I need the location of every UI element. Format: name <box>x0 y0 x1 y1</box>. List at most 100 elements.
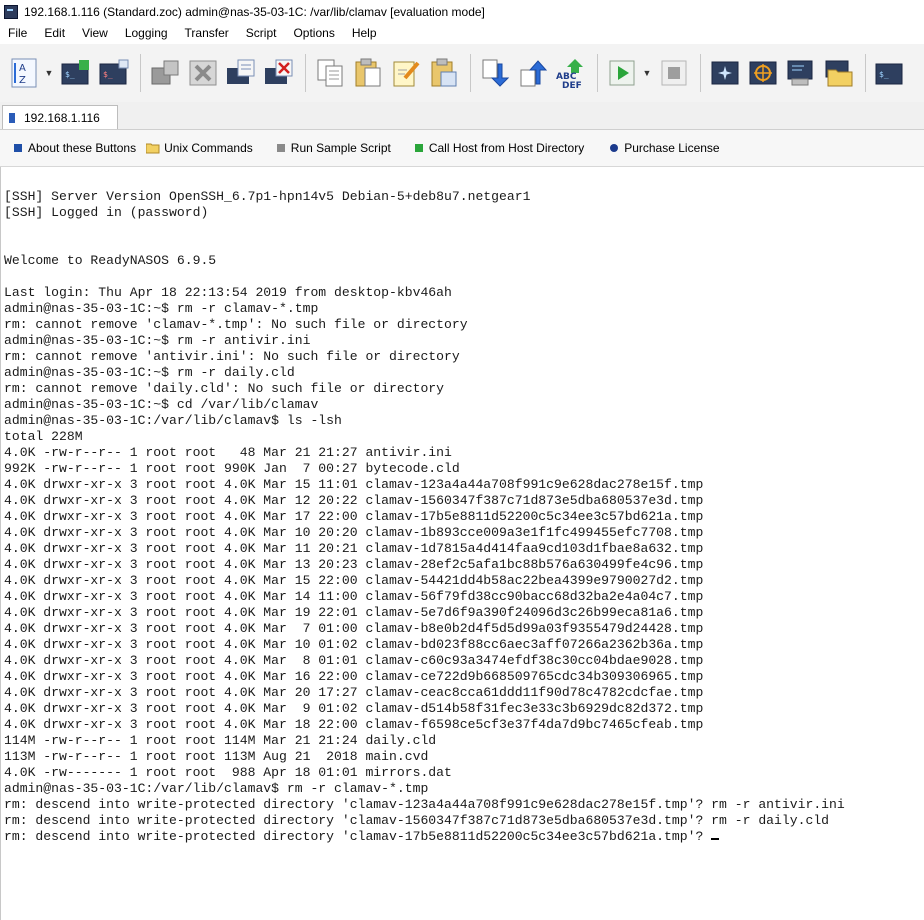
blue-square-icon <box>14 144 22 152</box>
blue-dot-icon <box>610 144 619 152</box>
session-tab-icon <box>9 112 15 123</box>
terminal-icon[interactable]: $_ <box>872 55 908 91</box>
copy-doc-icon[interactable] <box>312 55 348 91</box>
title-bar: 192.168.1.116 (Standard.zoc) admin@nas-3… <box>0 0 924 23</box>
terminal-line: admin@nas-35-03-1C:/var/lib/clamav$ ls -… <box>4 413 342 428</box>
terminal-line: rm: cannot remove 'antivir.ini': No such… <box>4 349 460 364</box>
toolbar-separator <box>305 54 306 92</box>
gray-square-icon <box>276 144 285 152</box>
terminal-line: 4.0K drwxr-xr-x 3 root root 4.0K Mar 19 … <box>4 605 704 620</box>
svg-text:$_: $_ <box>65 70 75 79</box>
cancel-icon[interactable] <box>185 55 221 91</box>
host-directory-icon[interactable] <box>783 55 819 91</box>
toolbar: AZ ▼ $_ $_ ABC DEF ▼ $_ <box>0 44 924 103</box>
terminal-line: 114M -rw-r--r-- 1 root root 114M Mar 21 … <box>4 733 437 748</box>
terminal-line: admin@nas-35-03-1C:/var/lib/clamav$ rm -… <box>4 781 429 796</box>
app-icon <box>4 4 18 19</box>
terminal-line: Last login: Thu Apr 18 22:13:54 2019 fro… <box>4 285 452 300</box>
button-label: Call Host from Host Directory <box>428 141 585 155</box>
terminal-line: 4.0K drwxr-xr-x 3 root root 4.0K Mar 9 0… <box>4 701 704 716</box>
terminal-line: 4.0K drwxr-xr-x 3 root root 4.0K Mar 18 … <box>4 717 704 732</box>
terminal-line: 4.0K -rw-r--r-- 1 root root 48 Mar 21 21… <box>4 445 452 460</box>
terminal-output: [SSH] Server Version OpenSSH_6.7p1-hpn14… <box>4 189 845 845</box>
terminal-line: 4.0K drwxr-xr-x 3 root root 4.0K Mar 8 0… <box>4 653 704 668</box>
terminal-line: 4.0K drwxr-xr-x 3 root root 4.0K Mar 12 … <box>4 493 704 508</box>
terminal-line: 4.0K drwxr-xr-x 3 root root 4.0K Mar 20 … <box>4 685 704 700</box>
menu-bar: File Edit View Logging Transfer Script O… <box>0 23 924 43</box>
menu-help[interactable]: Help <box>344 26 386 40</box>
tab-session[interactable]: 192.168.1.116 <box>2 105 118 129</box>
toolbar-separator <box>865 54 866 92</box>
play-script-icon[interactable] <box>604 55 640 91</box>
stop-script-icon[interactable] <box>656 55 692 91</box>
chevron-down-icon[interactable]: ▼ <box>642 55 652 91</box>
target-icon[interactable] <box>745 55 781 91</box>
button-label: Purchase License <box>624 141 720 155</box>
session-icon[interactable]: $_ <box>58 55 94 91</box>
terminal-area[interactable]: [SSH] Server Version OpenSSH_6.7p1-hpn14… <box>0 167 924 920</box>
sort-az-icon[interactable]: AZ <box>6 55 42 91</box>
toolbar-separator <box>470 54 471 92</box>
terminal-line: 4.0K drwxr-xr-x 3 root root 4.0K Mar 10 … <box>4 637 704 652</box>
svg-text:$_: $_ <box>103 70 113 79</box>
tab-label: 192.168.1.116 <box>24 110 100 125</box>
session-close-icon[interactable] <box>261 55 297 91</box>
terminal-cursor <box>711 838 720 840</box>
call-host-button[interactable]: Call Host from Host Directory <box>414 141 585 155</box>
menu-view[interactable]: View <box>74 26 117 40</box>
terminal-line: admin@nas-35-03-1C:~$ cd /var/lib/clamav <box>4 397 319 412</box>
terminal-line: total 228M <box>4 429 83 444</box>
terminal-line: rm: descend into write-protected directo… <box>4 797 845 812</box>
disconnect-icon[interactable] <box>147 55 183 91</box>
terminal-line: 4.0K drwxr-xr-x 3 root root 4.0K Mar 7 0… <box>4 621 704 636</box>
menu-edit[interactable]: Edit <box>36 26 74 40</box>
about-buttons-button[interactable]: About these Buttons <box>14 141 136 155</box>
folder-icon <box>146 142 160 154</box>
menu-file[interactable]: File <box>0 26 36 40</box>
menu-options[interactable]: Options <box>285 26 343 40</box>
download-icon[interactable] <box>477 55 513 91</box>
tab-bar: 192.168.1.116 <box>0 102 924 130</box>
session-edit-icon[interactable] <box>223 55 259 91</box>
clipboard-icon[interactable] <box>426 55 462 91</box>
terminal-line: [SSH] Server Version OpenSSH_6.7p1-hpn14… <box>4 189 531 204</box>
terminal-line: rm: cannot remove 'daily.cld': No such f… <box>4 381 445 396</box>
terminal-line: 4.0K drwxr-xr-x 3 root root 4.0K Mar 17 … <box>4 509 704 524</box>
session-tabs-icon[interactable]: $_ <box>96 55 132 91</box>
terminal-line: admin@nas-35-03-1C:~$ rm -r antivir.ini <box>4 333 311 348</box>
terminal-line: 4.0K -rw------- 1 root root 988 Apr 18 0… <box>4 765 452 780</box>
upload-icon[interactable] <box>515 55 551 91</box>
svg-text:Z: Z <box>19 75 26 86</box>
paste-icon[interactable] <box>350 55 386 91</box>
terminal-line: 4.0K drwxr-xr-x 3 root root 4.0K Mar 11 … <box>4 541 704 556</box>
terminal-line: [SSH] Logged in (password) <box>4 205 209 220</box>
window-title: 192.168.1.116 (Standard.zoc) admin@nas-3… <box>24 4 485 19</box>
terminal-line: 4.0K drwxr-xr-x 3 root root 4.0K Mar 10 … <box>4 525 704 540</box>
abc-def-icon[interactable]: ABC DEF <box>553 55 589 91</box>
terminal-line: admin@nas-35-03-1C:~$ rm -r daily.cld <box>4 365 295 380</box>
user-button-bar: About these Buttons Unix Commands Run Sa… <box>0 130 924 167</box>
green-square-icon <box>414 144 423 152</box>
chevron-down-icon[interactable]: ▼ <box>44 55 54 91</box>
terminal-line: 4.0K drwxr-xr-x 3 root root 4.0K Mar 16 … <box>4 669 704 684</box>
run-sample-script-button[interactable]: Run Sample Script <box>276 141 391 155</box>
compass-icon[interactable] <box>707 55 743 91</box>
menu-logging[interactable]: Logging <box>117 26 177 40</box>
menu-transfer[interactable]: Transfer <box>177 26 238 40</box>
terminal-line: 4.0K drwxr-xr-x 3 root root 4.0K Mar 15 … <box>4 477 704 492</box>
menu-script[interactable]: Script <box>238 26 286 40</box>
svg-text:DEF: DEF <box>562 81 582 89</box>
terminal-line: rm: cannot remove 'clamav-*.tmp': No suc… <box>4 317 468 332</box>
terminal-line: rm: descend into write-protected directo… <box>4 813 830 828</box>
folder-icon[interactable] <box>821 55 857 91</box>
terminal-line: 4.0K drwxr-xr-x 3 root root 4.0K Mar 14 … <box>4 589 704 604</box>
terminal-line: 4.0K drwxr-xr-x 3 root root 4.0K Mar 15 … <box>4 573 704 588</box>
purchase-license-button[interactable]: Purchase License <box>610 141 720 155</box>
terminal-line: 113M -rw-r--r-- 1 root root 113M Aug 21 … <box>4 749 429 764</box>
button-label: Unix Commands <box>164 141 253 155</box>
notepad-icon[interactable] <box>388 55 424 91</box>
unix-commands-button[interactable]: Unix Commands <box>146 141 253 155</box>
button-label: Run Sample Script <box>290 141 391 155</box>
